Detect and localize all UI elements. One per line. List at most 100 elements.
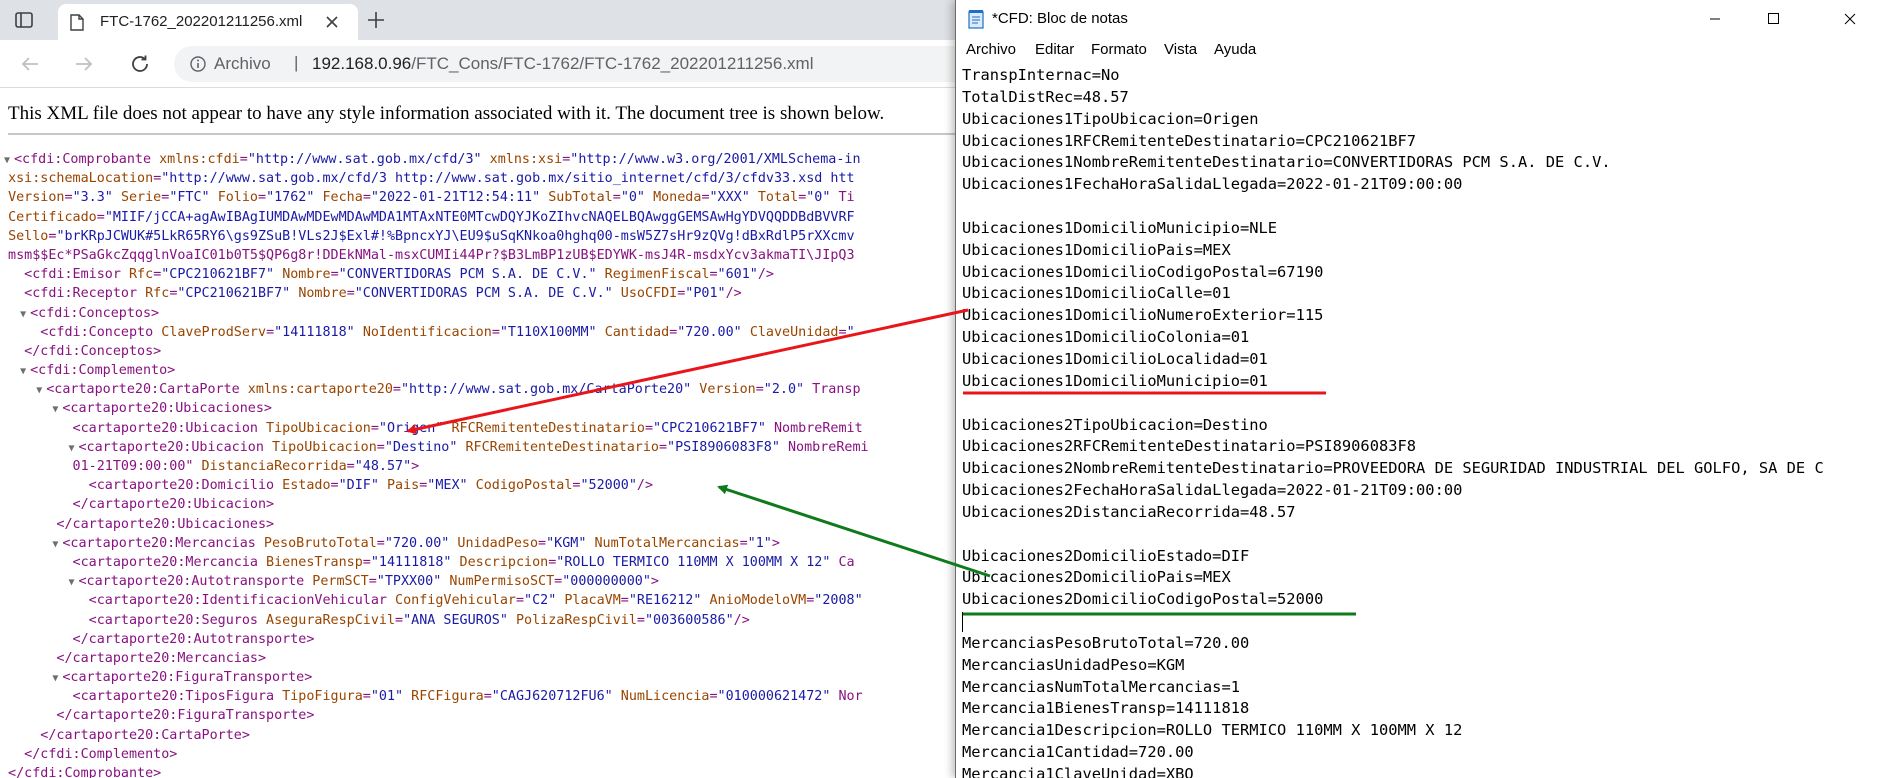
- page-content: This XML file does not appear to have an…: [0, 89, 960, 778]
- document-icon: [70, 14, 84, 31]
- notepad-line: Ubicaciones1DomicilioMunicipio=01: [962, 371, 1268, 390]
- url-text[interactable]: 192.168.0.96/FTC_Cons/FTC-1762/FTC-1762_…: [312, 54, 813, 74]
- expand-toggle-icon[interactable]: ▼: [48, 400, 62, 419]
- xml-line: </cartaporte20:CartaPorte>: [0, 727, 250, 743]
- browser-window: FTC-1762_202201211256.xml Archivo | 192.…: [0, 0, 960, 778]
- notepad-line: MercanciasPesoBrutoTotal=720.00: [962, 633, 1250, 652]
- notepad-line: Ubicaciones1DomicilioLocalidad=01: [962, 349, 1268, 368]
- xml-line: Version="3.3" Serie="FTC" Folio="1762" F…: [8, 190, 855, 206]
- xml-line[interactable]: ▼ <cartaporte20:Autotransporte PermSCT="T…: [0, 572, 960, 591]
- xml-line: Sello="brKRpJCWUK#5LkR65RY6\gs9ZSuB!VLs2…: [8, 228, 855, 244]
- expand-toggle-icon[interactable]: ▼: [65, 573, 79, 592]
- xml-style-notice: This XML file does not appear to have an…: [8, 103, 885, 124]
- xml-line[interactable]: ▼ <cartaporte20:FiguraTransporte>: [0, 668, 960, 687]
- notepad-titlebar[interactable]: *CFD: Bloc de notas: [956, 0, 1890, 38]
- xml-line: <cartaporte20:Mercancia BienesTransp="14…: [0, 554, 855, 570]
- notepad-line: [962, 392, 1890, 414]
- notepad-line: MercanciasNumTotalMercancias=1: [962, 677, 1240, 696]
- notepad-line: [962, 523, 1890, 545]
- expand-toggle-icon[interactable]: ▼: [16, 305, 30, 324]
- xml-line[interactable]: ▼ <cartaporte20:Ubicaciones>: [0, 399, 960, 418]
- notepad-window: *CFD: Bloc de notas Archivo Editar Forma…: [955, 0, 1890, 778]
- notepad-line: Ubicaciones1FechaHoraSalidaLlegada=2022-…: [962, 175, 1463, 194]
- notepad-title: *CFD: Bloc de notas: [992, 10, 1128, 27]
- xml-line[interactable]: ▼ <cartaporte20:Ubicacion TipoUbicacion="…: [0, 438, 960, 457]
- expand-toggle-icon[interactable]: ▼: [16, 362, 30, 381]
- xml-line: <cartaporte20:IdentificacionVehicular Co…: [0, 593, 863, 609]
- xml-line: <cartaporte20:TiposFigura TipoFigura="01…: [0, 689, 863, 705]
- menu-formato[interactable]: Formato: [1091, 41, 1147, 58]
- xml-line: <cfdi:Concepto ClaveProdServ="14111818" …: [0, 324, 855, 340]
- tab-title: FTC-1762_202201211256.xml: [100, 13, 303, 30]
- browser-toolbar: Archivo | 192.168.0.96/FTC_Cons/FTC-1762…: [0, 40, 960, 88]
- expand-toggle-icon[interactable]: ▼: [32, 381, 46, 400]
- xml-line: msm$$Ec*PSaGkcZqqglnVoaIC01b0T5$QP6g8r!D…: [0, 247, 855, 263]
- notepad-line: Ubicaciones1DomicilioColonia=01: [962, 328, 1250, 347]
- notepad-line: MercanciasUnidadPeso=KGM: [962, 655, 1185, 674]
- notepad-icon: [968, 9, 984, 29]
- xml-line: </cartaporte20:Ubicaciones>: [0, 516, 275, 532]
- notepad-line: Ubicaciones1DomicilioPais=MEX: [962, 240, 1231, 259]
- notepad-line: Ubicaciones2RFCRemitenteDestinatario=PSI…: [962, 437, 1417, 456]
- minimize-icon[interactable]: [1686, 0, 1744, 38]
- notice-divider: [8, 133, 960, 135]
- xml-line: <cfdi:Receptor Rfc="CPC210621BF7" Nombre…: [0, 286, 742, 302]
- close-icon[interactable]: [1826, 0, 1884, 38]
- url-host: 192.168.0.96: [312, 54, 412, 73]
- xml-line[interactable]: ▼ <cartaporte20:Mercancias PesoBrutoTotal…: [0, 534, 960, 553]
- xml-line: xsi:schemaLocation="http://www.sat.gob.m…: [8, 171, 855, 187]
- xml-line: <cartaporte20:Seguros AseguraRespCivil="…: [0, 612, 750, 628]
- expand-toggle-icon[interactable]: ▼: [48, 669, 62, 688]
- notepad-line: Ubicaciones2DistanciaRecorrida=48.57: [962, 502, 1296, 521]
- browser-tab[interactable]: FTC-1762_202201211256.xml: [58, 4, 358, 40]
- notepad-line: Ubicaciones1DomicilioNumeroExterior=115: [962, 306, 1324, 325]
- xml-line[interactable]: ▼ <cfdi:Comprobante xmlns:cfdi="http://ww…: [0, 150, 960, 169]
- info-icon[interactable]: [190, 56, 206, 72]
- xml-line: </cfdi:Complemento>: [0, 746, 178, 762]
- xml-line[interactable]: ▼ <cartaporte20:CartaPorte xmlns:cartapor…: [0, 380, 960, 399]
- xml-line[interactable]: ▼ <cfdi:Conceptos>: [0, 304, 960, 323]
- close-icon[interactable]: [320, 10, 344, 34]
- notepad-line: Ubicaciones1DomicilioCalle=01: [962, 284, 1231, 303]
- xml-line: </cartaporte20:Autotransporte>: [0, 631, 315, 647]
- menu-editar[interactable]: Editar: [1035, 41, 1074, 58]
- menu-vista[interactable]: Vista: [1164, 41, 1197, 58]
- xml-line: <cfdi:Emisor Rfc="CPC210621BF7" Nombre="…: [0, 267, 774, 283]
- expand-toggle-icon[interactable]: ▼: [48, 535, 62, 554]
- notepad-line: TranspInternac=No: [962, 66, 1120, 84]
- maximize-icon[interactable]: [1744, 0, 1802, 38]
- back-arrow-icon[interactable]: [18, 52, 42, 76]
- menu-archivo[interactable]: Archivo: [966, 41, 1016, 58]
- xml-tree: ▼ <cfdi:Comprobante xmlns:cfdi="http://ww…: [0, 150, 960, 778]
- address-bar[interactable]: Archivo | 192.168.0.96/FTC_Cons/FTC-1762…: [174, 46, 960, 82]
- notepad-line: Mercancia1Cantidad=720.00: [962, 743, 1194, 762]
- xml-line: </cartaporte20:FiguraTransporte>: [0, 708, 315, 724]
- notepad-menubar: Archivo Editar Formato Vista Ayuda: [956, 38, 1890, 64]
- notepad-line: Ubicaciones1RFCRemitenteDestinatario=CPC…: [962, 131, 1417, 150]
- notepad-line: Ubicaciones2FechaHoraSalidaLlegada=2022-…: [962, 481, 1463, 500]
- notepad-line: [962, 195, 1890, 217]
- forward-arrow-icon[interactable]: [72, 52, 96, 76]
- expand-toggle-icon[interactable]: ▼: [0, 151, 14, 170]
- notepad-line: Ubicaciones2DomicilioCodigoPostal=52000: [962, 590, 1324, 609]
- text-caret: [962, 612, 963, 632]
- menu-ayuda[interactable]: Ayuda: [1214, 41, 1256, 58]
- expand-toggle-icon[interactable]: ▼: [65, 439, 79, 458]
- notepad-line: Ubicaciones2NombreRemitenteDestinatario=…: [962, 459, 1824, 478]
- sidebar-icon[interactable]: [12, 8, 36, 32]
- notepad-line: Mercancia1ClaveUnidad=XBO: [962, 765, 1194, 778]
- xml-line: Certificado="MIIF/jCCA+agAwIBAgIUMDAwMDE…: [8, 209, 855, 225]
- notepad-text-area[interactable]: TranspInternac=No TotalDistRec=48.57 Ubica…: [962, 64, 1890, 778]
- notepad-line: Mercancia1BienesTransp=14111818: [962, 699, 1250, 718]
- xml-line: </cfdi:Conceptos>: [0, 343, 162, 359]
- xml-line: <cartaporte20:Domicilio Estado="DIF" Pai…: [0, 478, 654, 494]
- plus-icon[interactable]: [364, 8, 388, 32]
- notepad-line: Ubicaciones2TipoUbicacion=Destino: [962, 415, 1268, 434]
- reload-icon[interactable]: [128, 52, 152, 76]
- xml-line: 01-21T09:00:00" DistanciaRecorrida="48.5…: [0, 459, 420, 474]
- xml-line[interactable]: ▼ <cfdi:Complemento>: [0, 361, 960, 380]
- security-label[interactable]: Archivo: [214, 54, 271, 74]
- notepad-line: Ubicaciones2DomicilioPais=MEX: [962, 568, 1231, 587]
- notepad-line: Ubicaciones1TipoUbicacion=Origen: [962, 109, 1259, 128]
- xml-line: </cartaporte20:Mercancias>: [0, 650, 267, 666]
